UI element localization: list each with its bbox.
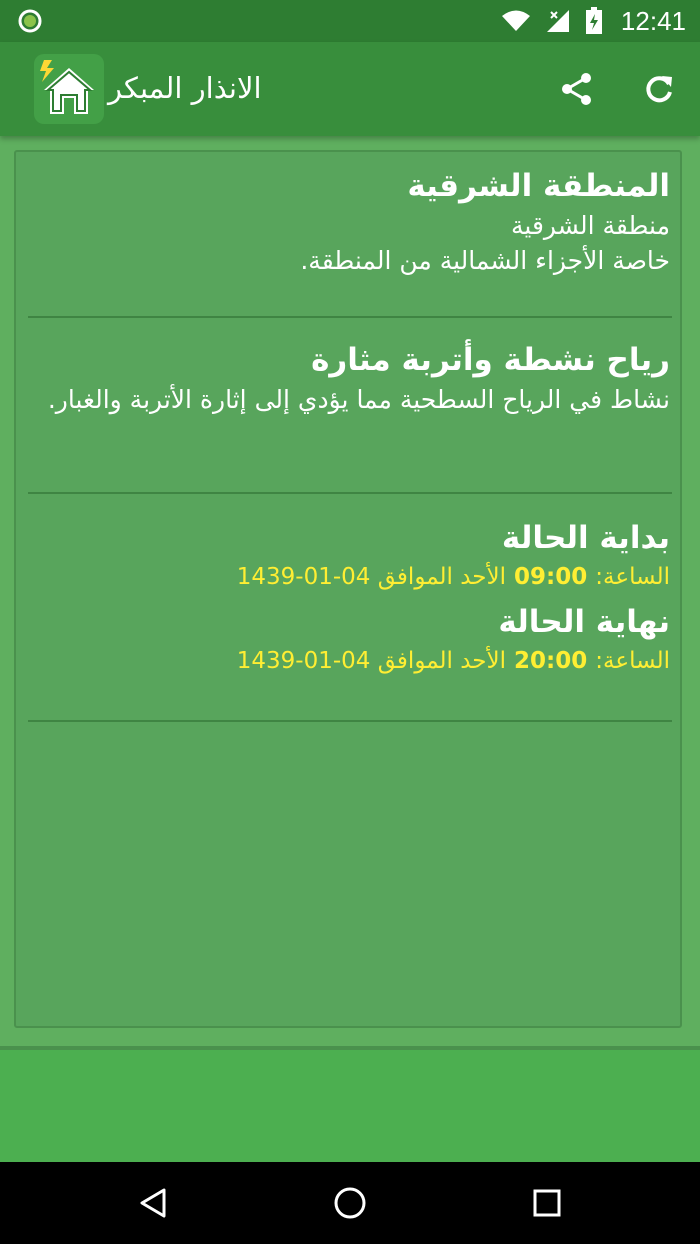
alert-type-description: نشاط في الرياح السطحية مما يؤدي إلى إثار… bbox=[47, 385, 670, 414]
region-title: المنطقة الشرقية bbox=[407, 168, 670, 204]
alert-card: المنطقة الشرقية منطقة الشرقية خاصة الأجز… bbox=[14, 150, 682, 1028]
recents-icon bbox=[533, 1189, 561, 1217]
start-time-value: 09:00 bbox=[514, 564, 588, 590]
app-logo bbox=[34, 54, 104, 124]
divider bbox=[28, 720, 672, 722]
type-section: رياح نشطة وأتربة مثارة نشاط في الرياح ال… bbox=[24, 338, 670, 417]
back-button[interactable] bbox=[130, 1180, 176, 1226]
region-section: المنطقة الشرقية منطقة الشرقية خاصة الأجز… bbox=[24, 164, 670, 278]
start-time-label: الساعة: bbox=[595, 564, 670, 590]
home-button[interactable] bbox=[327, 1180, 373, 1226]
end-title: نهاية الحالة bbox=[498, 604, 670, 640]
timing-section: بداية الحالة الساعة: 09:00 الأحد الموافق… bbox=[24, 516, 670, 678]
app-bar: الانذار المبكر bbox=[0, 42, 700, 136]
house-lightning-icon bbox=[40, 60, 94, 114]
signal-icon bbox=[546, 10, 569, 32]
start-time-line: الساعة: 09:00 الأحد الموافق 04-01-1439 bbox=[24, 560, 670, 594]
app-title: الانذار المبكر bbox=[108, 71, 262, 105]
end-time-value: 20:00 bbox=[514, 648, 588, 674]
alert-type-title: رياح نشطة وأتربة مثارة bbox=[311, 342, 670, 378]
end-time-label: الساعة: bbox=[595, 648, 670, 674]
refresh-icon bbox=[646, 76, 672, 103]
region-line-1: منطقة الشرقية bbox=[511, 211, 670, 240]
home-icon bbox=[334, 1187, 366, 1219]
share-icon bbox=[562, 73, 591, 105]
share-button[interactable] bbox=[554, 66, 600, 112]
divider bbox=[28, 316, 672, 318]
start-day-date: الأحد الموافق 04-01-1439 bbox=[236, 564, 507, 590]
recents-button[interactable] bbox=[524, 1180, 570, 1226]
refresh-button[interactable] bbox=[636, 66, 682, 112]
region-line-2: خاصة الأجزاء الشمالية من المنطقة. bbox=[300, 246, 670, 275]
wifi-icon bbox=[501, 10, 530, 31]
end-time-line: الساعة: 20:00 الأحد الموافق 04-01-1439 bbox=[24, 644, 670, 678]
notification-dot-icon bbox=[18, 9, 42, 33]
battery-icon bbox=[585, 7, 602, 34]
end-day-date: الأحد الموافق 04-01-1439 bbox=[236, 648, 507, 674]
status-bar: 12:41 bbox=[0, 0, 700, 42]
clock: 12:41 bbox=[620, 5, 686, 36]
bottom-banner-area bbox=[0, 1050, 700, 1162]
start-title: بداية الحالة bbox=[501, 520, 670, 556]
divider bbox=[28, 492, 672, 494]
back-icon bbox=[140, 1188, 166, 1218]
navigation-bar bbox=[0, 1162, 700, 1244]
